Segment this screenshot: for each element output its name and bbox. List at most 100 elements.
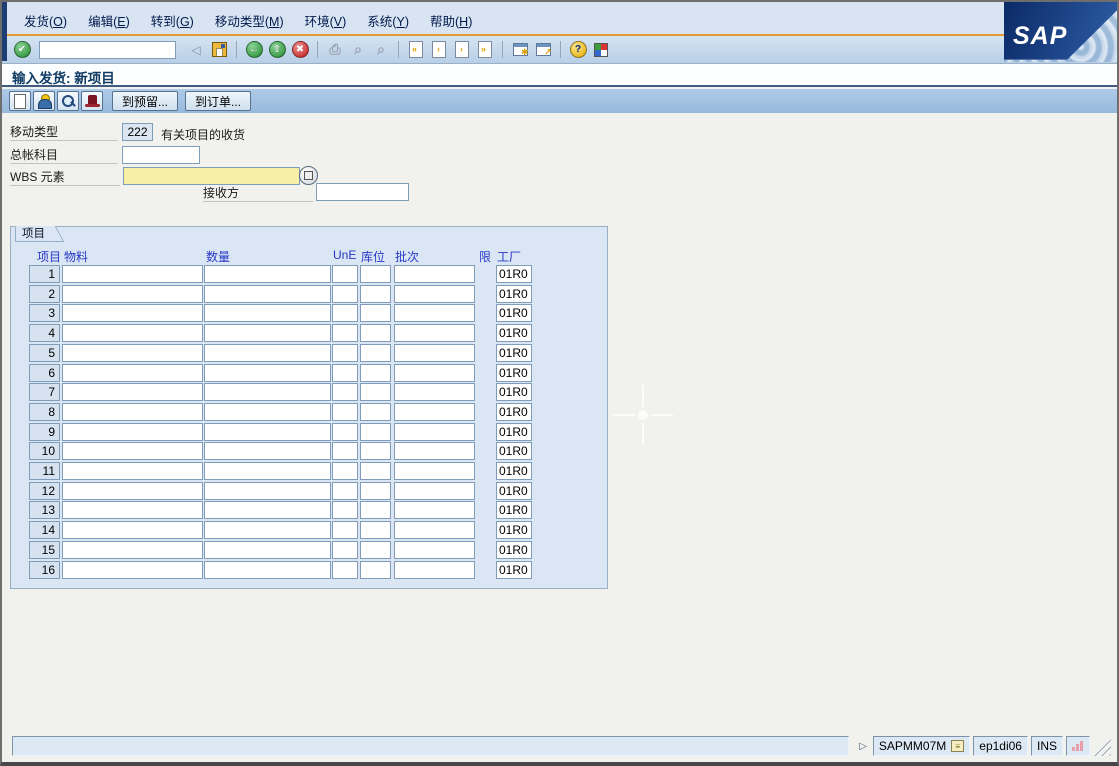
item-number-field[interactable]: [29, 364, 60, 382]
storage-bin-field[interactable]: [360, 541, 391, 559]
material-field[interactable]: [62, 501, 203, 519]
material-field[interactable]: [62, 324, 203, 342]
command-field[interactable]: [39, 41, 176, 59]
une-field[interactable]: [332, 285, 358, 303]
quantity-field[interactable]: [204, 442, 331, 460]
quantity-field[interactable]: [204, 521, 331, 539]
item-number-field[interactable]: [29, 285, 60, 303]
une-field[interactable]: [332, 423, 358, 441]
une-field[interactable]: [332, 462, 358, 480]
quantity-field[interactable]: [204, 462, 331, 480]
quantity-field[interactable]: [204, 304, 331, 322]
batch-field[interactable]: [394, 383, 475, 401]
item-number-field[interactable]: [29, 423, 60, 441]
menu-item[interactable]: 帮助(H): [427, 10, 475, 31]
storage-bin-field[interactable]: [360, 383, 391, 401]
quantity-field[interactable]: [204, 541, 331, 559]
find-icon[interactable]: ⌕: [348, 40, 368, 60]
storage-bin-field[interactable]: [360, 265, 391, 283]
quantity-field[interactable]: [204, 403, 331, 421]
gl-account-field[interactable]: [122, 146, 200, 164]
cancel-icon[interactable]: ✖: [290, 40, 310, 60]
storage-bin-field[interactable]: [360, 462, 391, 480]
batch-field[interactable]: [394, 423, 475, 441]
quantity-field[interactable]: [204, 265, 331, 283]
une-field[interactable]: [332, 403, 358, 421]
plant-field[interactable]: [496, 442, 532, 460]
batch-field[interactable]: [394, 521, 475, 539]
collapse-icon[interactable]: ◁: [186, 40, 206, 60]
first-page-icon[interactable]: «: [406, 40, 426, 60]
plant-field[interactable]: [496, 423, 532, 441]
status-insert-mode-cell[interactable]: INS: [1031, 736, 1063, 756]
search-overview-icon[interactable]: [57, 91, 79, 111]
plant-field[interactable]: [496, 324, 532, 342]
batch-field[interactable]: [394, 482, 475, 500]
plant-field[interactable]: [496, 462, 532, 480]
plant-field[interactable]: [496, 383, 532, 401]
details-hat-icon[interactable]: [81, 91, 103, 111]
status-expand-icon[interactable]: ▷: [859, 741, 867, 752]
menu-item[interactable]: 系统(Y): [364, 10, 412, 31]
storage-bin-field[interactable]: [360, 561, 391, 579]
item-number-field[interactable]: [29, 403, 60, 421]
une-field[interactable]: [332, 344, 358, 362]
storage-bin-field[interactable]: [360, 521, 391, 539]
status-message-field[interactable]: [12, 736, 849, 756]
quantity-field[interactable]: [204, 482, 331, 500]
une-field[interactable]: [332, 482, 358, 500]
batch-field[interactable]: [394, 462, 475, 480]
une-field[interactable]: [332, 304, 358, 322]
quantity-field[interactable]: [204, 285, 331, 303]
material-field[interactable]: [62, 482, 203, 500]
batch-field[interactable]: [394, 442, 475, 460]
partner-person-icon[interactable]: [33, 91, 55, 111]
item-number-field[interactable]: [29, 541, 60, 559]
item-number-field[interactable]: [29, 521, 60, 539]
movement-type-field[interactable]: [122, 123, 153, 141]
item-number-field[interactable]: [29, 304, 60, 322]
storage-bin-field[interactable]: [360, 344, 391, 362]
une-field[interactable]: [332, 364, 358, 382]
batch-field[interactable]: [394, 501, 475, 519]
batch-field[interactable]: [394, 265, 475, 283]
plant-field[interactable]: [496, 403, 532, 421]
material-field[interactable]: [62, 541, 203, 559]
material-field[interactable]: [62, 442, 203, 460]
batch-field[interactable]: [394, 304, 475, 322]
quantity-field[interactable]: [204, 423, 331, 441]
menu-item[interactable]: 发货(O): [21, 10, 70, 31]
quantity-field[interactable]: [204, 561, 331, 579]
plant-field[interactable]: [496, 344, 532, 362]
item-number-field[interactable]: [29, 265, 60, 283]
material-field[interactable]: [62, 364, 203, 382]
storage-bin-field[interactable]: [360, 304, 391, 322]
quantity-field[interactable]: [204, 344, 331, 362]
batch-field[interactable]: [394, 285, 475, 303]
batch-field[interactable]: [394, 324, 475, 342]
plant-field[interactable]: [496, 541, 532, 559]
storage-bin-field[interactable]: [360, 364, 391, 382]
material-field[interactable]: [62, 383, 203, 401]
status-system-cell[interactable]: ep1di06: [973, 736, 1028, 756]
material-field[interactable]: [62, 285, 203, 303]
quantity-field[interactable]: [204, 324, 331, 342]
back-icon[interactable]: ←: [244, 40, 264, 60]
material-field[interactable]: [62, 423, 203, 441]
previous-page-icon[interactable]: ‹: [429, 40, 449, 60]
quantity-field[interactable]: [204, 383, 331, 401]
status-performance-cell[interactable]: [1066, 736, 1090, 756]
material-field[interactable]: [62, 265, 203, 283]
save-icon[interactable]: [209, 40, 229, 60]
material-field[interactable]: [62, 561, 203, 579]
quantity-field[interactable]: [204, 501, 331, 519]
status-program-cell[interactable]: SAPMM07M ≡: [873, 736, 970, 756]
exit-icon[interactable]: ⇧: [267, 40, 287, 60]
storage-bin-field[interactable]: [360, 324, 391, 342]
batch-field[interactable]: [394, 561, 475, 579]
material-field[interactable]: [62, 462, 203, 480]
item-number-field[interactable]: [29, 344, 60, 362]
une-field[interactable]: [332, 501, 358, 519]
shortcut-icon[interactable]: ↗: [533, 40, 553, 60]
next-page-icon[interactable]: ›: [452, 40, 472, 60]
